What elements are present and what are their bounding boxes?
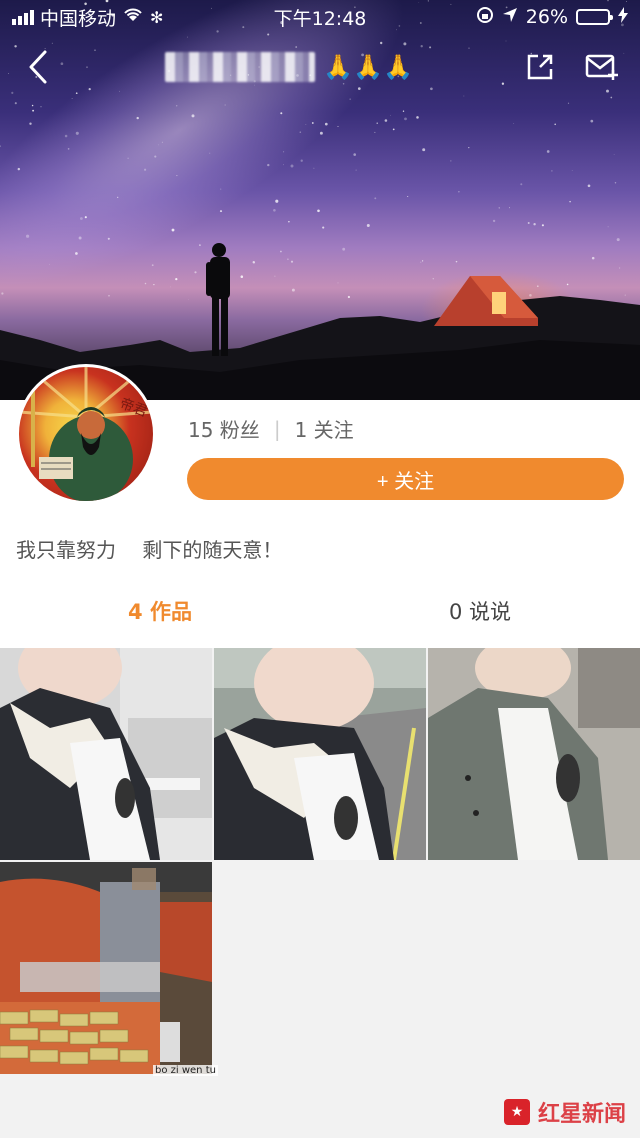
carrier-label: 中国移动 <box>40 7 117 30</box>
work-thumbnail[interactable] <box>214 648 426 860</box>
loading-icon: ✻ <box>150 7 164 27</box>
rotation-lock-icon <box>476 6 494 29</box>
profile-bio: 我只靠努力 剩下的随天意！ <box>16 538 283 562</box>
battery-percent: 26% <box>525 6 568 28</box>
back-button[interactable] <box>18 47 58 87</box>
signal-icon <box>12 9 34 25</box>
share-icon <box>527 54 553 80</box>
cover-image: 中国移动 ✻ 下午12:48 26% 🙏🙏🙏 <box>0 0 640 400</box>
chevron-left-icon <box>29 50 47 84</box>
title-emoji: 🙏🙏🙏 <box>323 53 413 81</box>
charging-icon <box>618 6 628 28</box>
image-caption: bo zi wen tu <box>153 1065 218 1076</box>
follow-button[interactable]: + 关注 <box>187 458 624 500</box>
tab-posts[interactable]: 0 说说 <box>320 586 640 636</box>
battery-icon <box>576 9 613 25</box>
tab-works[interactable]: 4 作品 <box>0 586 320 636</box>
mail-plus-icon <box>585 54 618 80</box>
share-button[interactable] <box>520 47 560 87</box>
status-time: 下午12:48 <box>273 7 367 30</box>
work-thumbnail[interactable] <box>0 862 212 1074</box>
work-thumbnail[interactable] <box>0 648 212 860</box>
message-button[interactable] <box>582 47 622 87</box>
location-icon <box>502 6 518 28</box>
watermark-text: 红星新闻 <box>537 1102 626 1127</box>
watermark-logo-icon: ★ <box>503 1099 530 1125</box>
following-count[interactable]: 1 关注 <box>295 414 354 443</box>
svg-text:帝君: 帝君 <box>118 396 150 421</box>
avatar[interactable]: 帝君 <box>16 364 156 504</box>
pixelated-username <box>165 52 316 82</box>
fans-count[interactable]: 15 粉丝 <box>188 414 260 443</box>
profile-stats: 15 粉丝 | 1 关注 <box>188 414 354 443</box>
content-tabs: 4 作品 0 说说 <box>0 586 640 636</box>
nav-bar: 🙏🙏🙏 <box>0 40 640 94</box>
stats-separator: | <box>273 416 281 441</box>
profile-section: 帝君 15 粉丝 | 1 关注 + 关注 我只靠努力 剩下的随天意！ 4 作品 … <box>0 364 640 648</box>
wifi-icon <box>122 6 144 28</box>
work-thumbnail[interactable] <box>428 648 640 860</box>
watermark: ★ 红星新闻 <box>503 1096 626 1128</box>
page-title: 🙏🙏🙏 <box>58 52 520 82</box>
status-bar: 中国移动 ✻ 下午12:48 26% <box>0 0 640 34</box>
